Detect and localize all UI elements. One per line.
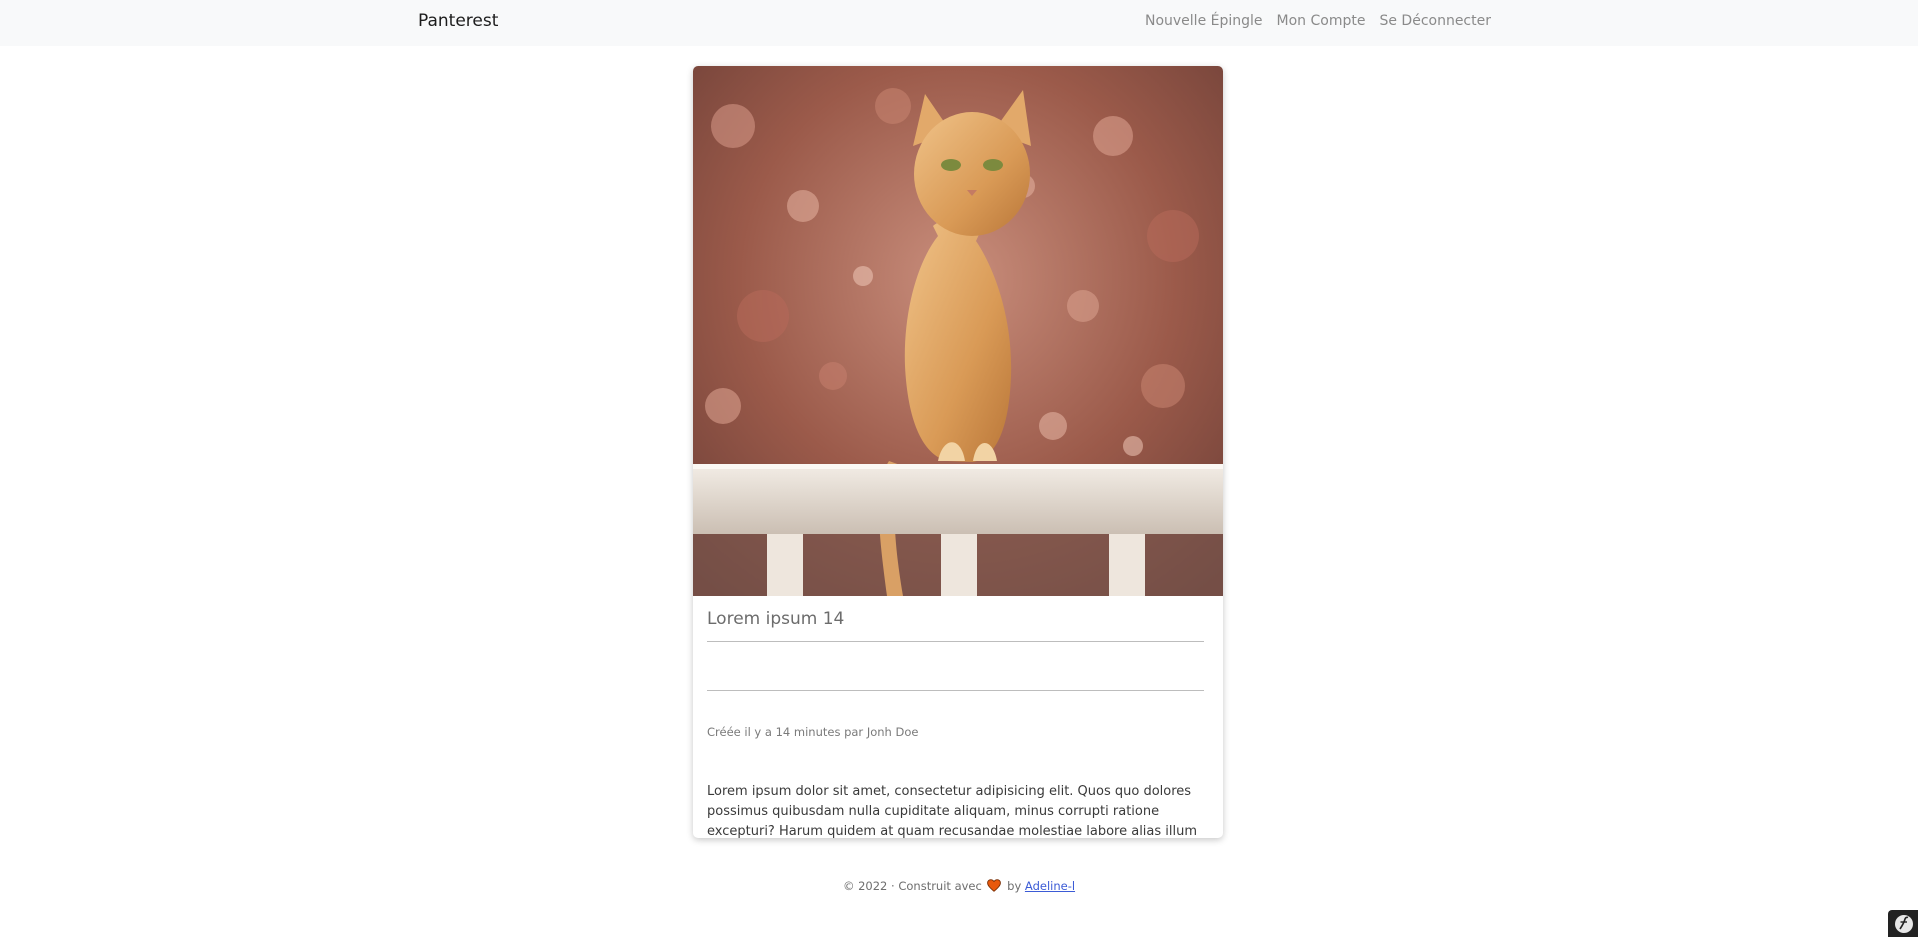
- navbar: Panterest Nouvelle Épingle Mon Compte Se…: [0, 0, 1918, 46]
- nav-link-logout[interactable]: Se Déconnecter: [1379, 13, 1491, 29]
- nav-link-account[interactable]: Mon Compte: [1277, 13, 1366, 29]
- footer: © 2022 · Construit avec by Adeline-l: [0, 879, 1918, 893]
- divider-top: [707, 641, 1204, 642]
- footer-prefix: © 2022 · Construit avec: [842, 879, 982, 893]
- heart-icon: [987, 879, 1002, 892]
- divider-bottom: [707, 690, 1204, 691]
- brand-logo[interactable]: Panterest: [418, 11, 498, 31]
- symfony-icon: [1895, 915, 1913, 933]
- pin-image: [693, 66, 1223, 596]
- pin-title: Lorem ipsum 14: [707, 609, 845, 629]
- footer-author-link[interactable]: Adeline-l: [1025, 879, 1075, 893]
- nav-link-new-pin[interactable]: Nouvelle Épingle: [1145, 13, 1263, 29]
- pin-meta: Créée il y a 14 minutes par Jonh Doe: [707, 725, 919, 739]
- footer-by: by: [1007, 879, 1022, 893]
- debug-toolbar-toggle[interactable]: [1888, 910, 1918, 937]
- pin-card: Lorem ipsum 14 Créée il y a 14 minutes p…: [693, 66, 1223, 838]
- nav-links: Nouvelle Épingle Mon Compte Se Déconnect…: [1145, 13, 1491, 29]
- pin-description: Lorem ipsum dolor sit amet, consectetur …: [707, 784, 1198, 838]
